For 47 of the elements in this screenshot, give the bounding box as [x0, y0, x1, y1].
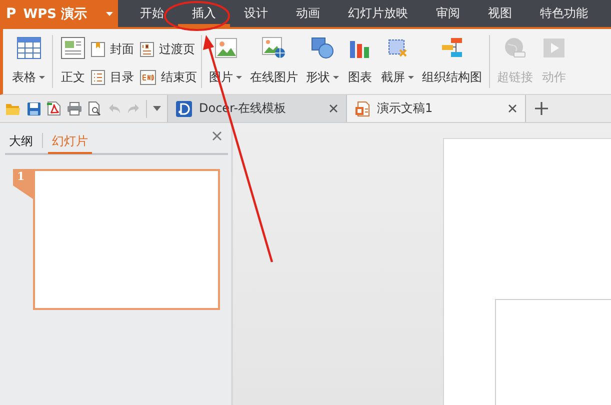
menu-tab[interactable]: 幻灯片放映 — [334, 0, 422, 27]
ribbon-button[interactable]: 在线图片 — [247, 33, 301, 86]
ribbon-button[interactable]: 结束页 — [140, 63, 197, 91]
menu-tab[interactable]: 设计 — [230, 0, 282, 27]
highlight-ellipse — [164, 1, 230, 31]
document-tab[interactable]: 演示文稿1 — [346, 95, 526, 122]
close-icon[interactable] — [508, 104, 517, 113]
text-page-icon — [61, 36, 85, 60]
menu-tab[interactable]: 动画 — [282, 0, 334, 27]
end-page-icon — [140, 70, 156, 84]
slide-number-badge: 1 — [13, 169, 33, 199]
dropdown-icon[interactable] — [153, 106, 161, 111]
ribbon-button[interactable]: 过渡页 — [140, 35, 197, 63]
menu-tab[interactable]: 特色功能 — [526, 0, 602, 27]
close-icon[interactable] — [329, 104, 338, 113]
ribbon-button[interactable]: 封面 — [91, 35, 134, 63]
menu-tab[interactable]: 开始 — [126, 0, 178, 27]
picture-icon — [214, 36, 236, 60]
new-tab-icon[interactable] — [535, 102, 548, 115]
numbered-page-icon — [140, 42, 154, 56]
ribbon-button[interactable]: 组织结构图 — [419, 33, 485, 86]
list-page-icon — [91, 70, 105, 84]
panel-tab[interactable]: 大纲 — [5, 128, 37, 154]
print-icon[interactable] — [67, 102, 82, 116]
close-icon[interactable] — [212, 131, 222, 141]
menu-tab[interactable]: 审阅 — [422, 0, 474, 27]
shapes-icon — [310, 36, 334, 60]
ribbon-button[interactable]: 正文 — [57, 33, 89, 86]
print-preview-icon[interactable] — [88, 101, 102, 116]
bookmark-page-icon — [91, 42, 105, 56]
pdf-export-icon[interactable] — [47, 101, 61, 116]
ribbon-button[interactable]: 目录 — [91, 63, 134, 91]
slide-thumbnail[interactable] — [33, 169, 220, 310]
menu-tab[interactable]: 视图 — [474, 0, 526, 27]
play-icon — [543, 36, 565, 60]
online-picture-icon — [262, 36, 286, 60]
save-icon[interactable] — [27, 102, 41, 116]
docer-logo-icon — [176, 100, 192, 116]
caret-icon — [106, 12, 114, 16]
ribbon-button[interactable]: 截屏 — [378, 33, 417, 86]
ribbon-button[interactable]: 形状 — [303, 33, 342, 86]
hyperlink-globe-icon — [504, 36, 526, 60]
table-icon — [16, 36, 40, 60]
ribbon-button[interactable]: 图表 — [344, 33, 376, 86]
presentation-file-icon — [355, 100, 370, 116]
ribbon-button[interactable]: 表格 — [9, 33, 48, 86]
org-chart-icon — [441, 36, 463, 60]
